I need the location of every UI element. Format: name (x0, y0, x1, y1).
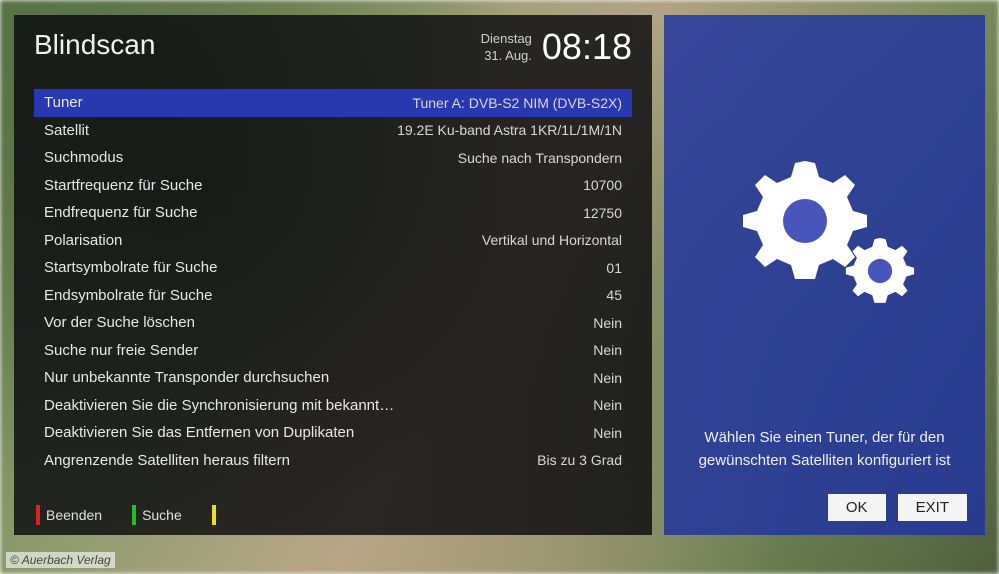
option-row[interactable]: Deaktivieren Sie das Entfernen von Dupli… (34, 419, 632, 447)
option-row[interactable]: Satellit 19.2E Ku-band Astra 1KR/1L/1M/1N (34, 117, 632, 145)
help-side-panel: Wählen Sie einen Tuner, der für den gewü… (664, 15, 985, 535)
exit-button[interactable]: EXIT (898, 494, 967, 521)
green-marker-icon (132, 505, 136, 525)
option-label: Angrenzende Satelliten heraus filtern (44, 452, 290, 469)
option-label: Startfrequenz für Suche (44, 177, 202, 194)
option-row[interactable]: Deaktivieren Sie die Synchronisierung mi… (34, 392, 632, 420)
yellow-marker-icon (212, 505, 216, 525)
green-button[interactable]: Suche (132, 505, 182, 525)
option-row[interactable]: Angrenzende Satelliten heraus filtern Bis… (34, 447, 632, 475)
green-button-label: Suche (142, 507, 182, 523)
option-label: Startsymbolrate für Suche (44, 259, 217, 276)
option-value: Nein (593, 342, 622, 358)
option-label: Suche nur freie Sender (44, 342, 198, 359)
option-value: Nein (593, 425, 622, 441)
option-row[interactable]: Startfrequenz für Suche 10700 (34, 172, 632, 200)
option-row[interactable]: Polarisation Vertikal und Horizontal (34, 227, 632, 255)
date-block: Dienstag 31. Aug. (481, 29, 532, 65)
option-value: Vertikal und Horizontal (482, 232, 622, 248)
red-button-label: Beenden (46, 507, 102, 523)
option-row[interactable]: Suche nur freie Sender Nein (34, 337, 632, 365)
option-value: Nein (593, 397, 622, 413)
option-value: 19.2E Ku-band Astra 1KR/1L/1M/1N (397, 122, 622, 138)
option-label: Deaktivieren Sie das Entfernen von Dupli… (44, 424, 354, 441)
time-label: 08:18 (542, 29, 632, 65)
yellow-button[interactable] (212, 505, 222, 525)
option-row[interactable]: Nur unbekannte Transponder durchsuchen Ne… (34, 364, 632, 392)
option-value: Bis zu 3 Grad (537, 452, 622, 468)
option-value: 45 (606, 287, 622, 303)
option-label: Vor der Suche löschen (44, 314, 195, 331)
main-settings-panel: Blindscan Dienstag 31. Aug. 08:18 TunerT… (14, 15, 652, 535)
option-value: 01 (606, 260, 622, 276)
option-value: Nein (593, 370, 622, 386)
copyright-label: © Auerbach Verlag (6, 552, 115, 568)
option-label: Endfrequenz für Suche (44, 204, 197, 221)
option-label: Suchmodus (44, 149, 123, 166)
option-row[interactable]: Endfrequenz für Suche 12750 (34, 199, 632, 227)
option-label: Endsymbolrate für Suche (44, 287, 212, 304)
option-value: 10700 (583, 177, 622, 193)
option-value: Nein (593, 315, 622, 331)
option-label: Nur unbekannte Transponder durchsuchen (44, 369, 329, 386)
option-row[interactable]: Startsymbolrate für Suche 01 (34, 254, 632, 282)
options-list: Tuner Tuner A: DVB-S2 NIM (DVB-S2X) Satell… (34, 89, 632, 497)
ok-button[interactable]: OK (828, 494, 886, 521)
page-title: Blindscan (34, 29, 155, 61)
weekday-label: Dienstag (481, 31, 532, 48)
red-button[interactable]: Beenden (36, 505, 102, 525)
option-label: Deaktivieren Sie die Synchronisierung mi… (44, 397, 402, 414)
option-row[interactable]: Vor der Suche löschen Nein (34, 309, 632, 337)
side-button-row: OK EXIT (828, 494, 967, 521)
color-button-bar: Beenden Suche (34, 497, 632, 525)
option-row[interactable]: Tuner Tuner A: DVB-S2 NIM (DVB-S2X) (34, 89, 632, 117)
gear-icon (725, 131, 925, 331)
date-label: 31. Aug. (481, 48, 532, 65)
gear-icon-wrap (682, 35, 967, 427)
option-value: 12750 (583, 205, 622, 221)
option-value: Suche nach Transpondern (458, 150, 622, 166)
option-value: Tuner A: DVB-S2 NIM (DVB-S2X) (412, 95, 622, 111)
option-label: Tuner (44, 94, 83, 111)
option-label: Satellit (44, 122, 89, 139)
option-row[interactable]: Endsymbolrate für Suche 45 (34, 282, 632, 310)
option-row[interactable]: Suchmodus Suche nach Transpondern (34, 144, 632, 172)
option-label: Polarisation (44, 232, 122, 249)
clock-block: Dienstag 31. Aug. 08:18 (481, 29, 632, 65)
help-text: Wählen Sie einen Tuner, der für den gewü… (682, 427, 967, 472)
panel-header: Blindscan Dienstag 31. Aug. 08:18 (34, 29, 632, 81)
red-marker-icon (36, 505, 40, 525)
